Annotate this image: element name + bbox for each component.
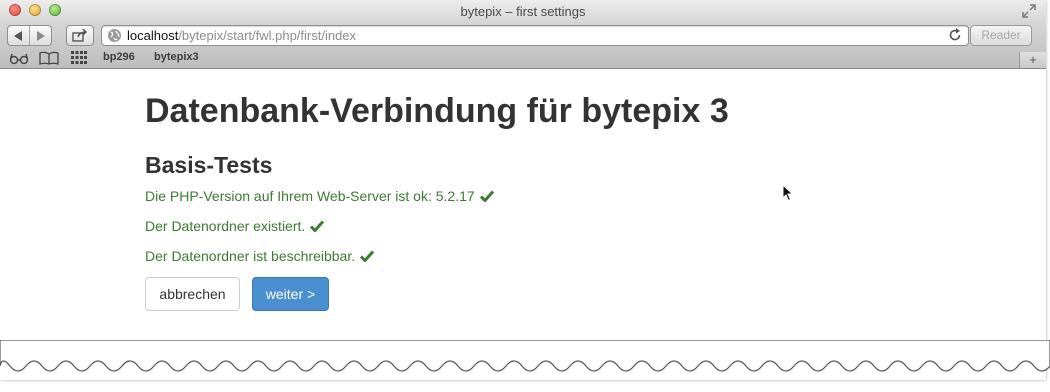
check-text: Die PHP-Version auf Ihrem Web-Server ist… [145, 188, 475, 204]
check-text: Der Datenordner ist beschreibbar. [145, 248, 356, 264]
checkmark-icon [479, 190, 494, 202]
forward-button[interactable] [29, 26, 51, 45]
bookmark-bp296[interactable]: bp296 [103, 51, 135, 63]
forward-arrow-icon [37, 30, 45, 41]
check-text: Der Datenordner existiert. [145, 218, 306, 234]
mouse-cursor-icon [782, 184, 794, 202]
globe-icon [108, 29, 121, 42]
url-path: /bytepix/start/fwl.php/first/index [178, 28, 357, 43]
url-host: localhost [127, 28, 179, 43]
next-button[interactable]: weiter > [252, 277, 329, 311]
reload-icon[interactable] [948, 28, 962, 42]
checkmark-icon [310, 220, 325, 232]
window-title: bytepix – first settings [460, 4, 586, 19]
cancel-button[interactable]: abbrechen [145, 277, 240, 311]
book-icon[interactable] [39, 51, 59, 65]
page-title: Datenbank-Verbindung für bytepix 3 [145, 92, 729, 130]
torn-edge-decoration [0, 340, 1050, 372]
browser-window: bytepix – first settings localhost/bytep… [0, 0, 1046, 380]
check-php-version: Die PHP-Version auf Ihrem Web-Server ist… [145, 188, 494, 204]
nav-buttons [7, 25, 52, 46]
share-icon [72, 29, 88, 42]
address-bar[interactable]: localhost/bytepix/start/fwl.php/first/in… [101, 25, 969, 46]
reader-button[interactable]: Reader [970, 25, 1032, 46]
back-arrow-icon [14, 30, 22, 41]
plus-icon: + [1029, 52, 1037, 67]
check-data-folder-exists: Der Datenordner existiert. [145, 218, 325, 234]
fullscreen-icon[interactable] [1022, 4, 1036, 18]
url-text: localhost/bytepix/start/fwl.php/first/in… [127, 28, 356, 43]
toolbar: localhost/bytepix/start/fwl.php/first/in… [0, 22, 1046, 48]
new-tab-button[interactable]: + [1019, 52, 1046, 68]
back-button[interactable] [8, 26, 29, 45]
glasses-icon[interactable] [9, 51, 29, 65]
bookmarks-bar: bp296 bytepix3 [0, 48, 1046, 69]
share-button[interactable] [66, 25, 94, 46]
checkmark-icon [360, 250, 375, 262]
title-bar: bytepix – first settings [0, 0, 1046, 22]
section-title: Basis-Tests [145, 152, 273, 178]
grid-icon[interactable] [71, 51, 87, 65]
bookmark-bytepix3[interactable]: bytepix3 [154, 51, 199, 63]
check-data-folder-writable: Der Datenordner ist beschreibbar. [145, 248, 375, 264]
